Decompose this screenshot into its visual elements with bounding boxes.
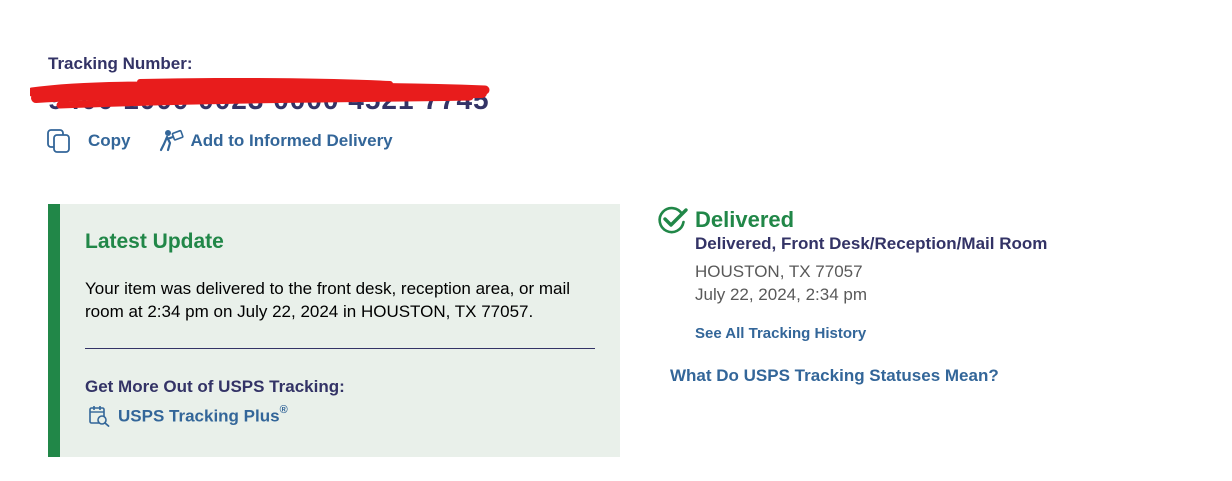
redaction-scribble (30, 78, 490, 109)
registered-mark: ® (279, 403, 288, 416)
latest-update-message: Your item was delivered to the front des… (85, 279, 571, 321)
tracking-statuses-meaning-link[interactable]: What Do USPS Tracking Statuses Mean? (670, 366, 999, 386)
get-more-title: Get More Out of USPS Tracking: (85, 377, 345, 396)
tracking-actions: Copy Add to Informed Delivery (46, 126, 393, 156)
status-time: July 22, 2024, 2:34 pm (695, 285, 868, 304)
mail-carrier-icon (159, 128, 185, 154)
copy-icon (46, 128, 72, 154)
copy-button[interactable]: Copy (46, 128, 131, 154)
check-circle-icon (657, 205, 689, 235)
status-location: HOUSTON, TX 77057 (695, 262, 863, 281)
status-title: Delivered (695, 207, 795, 232)
status-header: Delivered (657, 205, 794, 235)
tracking-plus-icon (88, 405, 110, 427)
see-all-tracking-history-link[interactable]: See All Tracking History (695, 325, 866, 342)
tracking-number-block: 9400 1000 0023 0000 4521 7745 (30, 78, 500, 115)
add-to-informed-delivery-button[interactable]: Add to Informed Delivery (159, 128, 393, 154)
usps-tracking-plus-link[interactable]: USPS Tracking Plus® (88, 403, 288, 427)
tracking-number-label: Tracking Number: (48, 54, 193, 73)
panel-accent-bar (48, 204, 60, 457)
copy-label: Copy (88, 131, 131, 150)
status-detail: Delivered, Front Desk/Reception/Mail Roo… (695, 234, 1048, 253)
latest-update-title: Latest Update (85, 230, 224, 253)
informed-delivery-label: Add to Informed Delivery (190, 131, 393, 150)
tracking-plus-label: USPS Tracking Plus® (118, 403, 288, 426)
divider (85, 348, 595, 349)
latest-update-panel: Latest Update Your item was delivered to… (48, 204, 620, 457)
